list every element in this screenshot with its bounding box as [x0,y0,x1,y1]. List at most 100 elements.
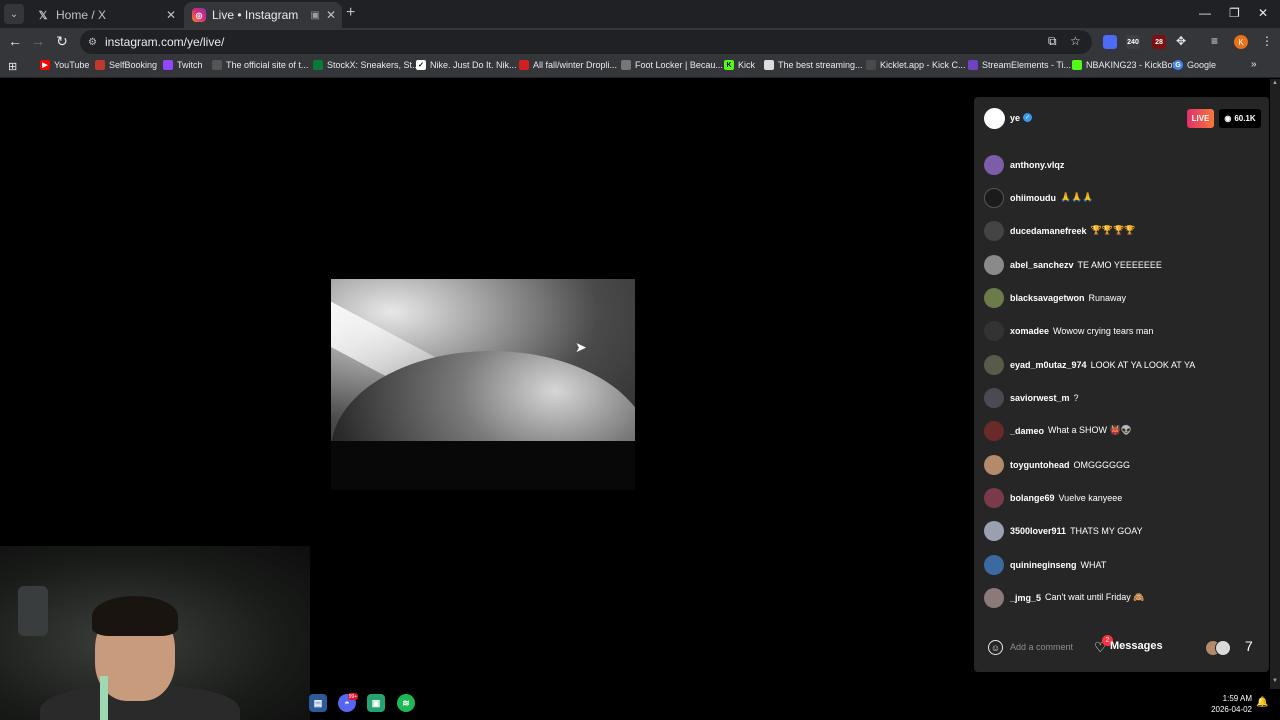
chat-comment: _dameo What a SHOW 👹👽 [984,420,1132,441]
close-tab-icon[interactable]: ✕ [326,8,336,22]
mouse-cursor-icon: ➤ [575,339,587,355]
streaming-icon [764,60,774,70]
media-playing-icon[interactable]: ▣ [311,10,320,21]
bookmark-official-site[interactable]: The official site of t... [212,60,308,70]
tab-label: Home / X [56,8,107,22]
system-clock[interactable]: 1:59 AM 2026-04-02 [1200,693,1252,715]
minimize-icon[interactable]: — [1199,6,1211,20]
chat-comment: xomadee Wowow crying tears man [984,320,1153,341]
extension-1-icon[interactable] [1103,35,1117,49]
chat-comment: eyad_m0utaz_974 LOOK AT YA LOOK AT YA [984,354,1195,375]
verified-badge-icon: ✓ [1023,113,1032,122]
commenter-avatar[interactable] [984,154,1004,175]
spotify-icon[interactable]: ≋ [397,694,415,712]
message-avatar [1215,640,1231,656]
browser-toolbar: ← → ↻ ⚙ instagram.com/ye/live/ ⧉ ☆ 240 2… [0,28,1280,56]
host-avatar[interactable] [984,108,1005,129]
bookmark-kickbot[interactable]: NBAKING23 - KickBot [1072,60,1175,70]
scroll-up-arrow[interactable]: ▲ [1270,80,1280,86]
commenter-avatar[interactable] [984,554,1004,575]
host-username[interactable]: ye [1010,113,1020,123]
bookmark-streamelements[interactable]: StreamElements - Ti... [968,60,1071,70]
kickbot-icon [1072,60,1082,70]
bookmark-google[interactable]: G Google [1173,60,1216,70]
droplist-icon [519,60,529,70]
video-ground [331,441,635,490]
live-chat-panel: ye ✓ LIVE ◉ 60.1K anthony.vlqz ohiimoudu 🙏… [974,97,1269,672]
eye-icon: ◉ [1224,114,1232,123]
bookmark-kick[interactable]: K Kick [724,60,755,70]
more-bookmarks-icon[interactable]: » [1251,59,1257,70]
address-bar[interactable]: ⚙ instagram.com/ye/live/ [80,30,1092,54]
page-scrollbar[interactable] [1270,79,1280,689]
reload-icon[interactable]: ↻ [53,33,71,50]
tab-instagram-live[interactable]: ◎ Live • Instagram ▣ ✕ [184,2,342,28]
tab-search-button[interactable]: ⌄ [4,4,24,24]
restore-icon[interactable]: ❐ [1229,6,1240,20]
selfbooking-icon [95,60,105,70]
new-tab-button[interactable]: + [346,4,355,22]
url-text: instagram.com/ye/live/ [104,35,225,49]
forward-icon[interactable]: → [29,33,47,49]
commenter-avatar[interactable] [984,454,1004,475]
bookmark-youtube[interactable]: ▶ YouTube [40,60,89,70]
file-explorer-icon[interactable]: ▤ [309,694,327,712]
twitch-icon [163,60,173,70]
bookmarks-bar: ⊞ ▶ YouTube SelfBooking Twitch The offici… [0,56,1280,78]
apps-grid-icon[interactable]: ⊞ [8,60,17,73]
site-info-icon[interactable]: ⚙ [88,37,97,48]
install-app-icon[interactable]: ⧉ [1048,34,1057,49]
menu-dots-icon[interactable]: ⋮ [1261,34,1273,48]
close-window-icon[interactable]: ✕ [1258,6,1268,20]
x-logo-icon: 𝕏 [38,9,48,22]
commenter-avatar[interactable] [984,287,1004,308]
taskbar [310,689,1280,720]
chat-comment: anthony.vlqz [984,154,1068,175]
bookmark-kicklet[interactable]: Kicklet.app - Kick C... [866,60,966,70]
app-icon[interactable]: ▣ [367,694,385,712]
commenter-avatar[interactable] [984,520,1004,541]
commenter-avatar[interactable] [984,220,1004,241]
extension-2-icon[interactable]: 240 [1126,35,1140,49]
extension-3-icon[interactable]: 28 [1152,35,1166,49]
chat-header: ye ✓ LIVE ◉ 60.1K [974,97,1269,139]
bookmark-droplist[interactable]: All fall/winter Dropli... [519,60,617,70]
commenter-avatar[interactable] [984,387,1004,408]
bookmark-nike[interactable]: ✓ Nike. Just Do It. Nik... [416,60,517,70]
commenter-avatar[interactable] [984,587,1004,608]
kicklet-icon [866,60,876,70]
commenter-avatar[interactable] [984,420,1004,441]
commenter-avatar[interactable] [984,187,1004,208]
chat-comment: saviorwest_m? [984,387,1079,408]
new-message-icon[interactable]: 7 [1245,638,1253,654]
tab-home-x[interactable]: 𝕏 Home / X ✕ [28,2,182,28]
scroll-down-arrow[interactable]: ▼ [1270,678,1280,684]
message-avatars[interactable] [1205,640,1235,656]
commenter-avatar[interactable] [984,354,1004,375]
commenter-avatar[interactable] [984,254,1004,275]
back-icon[interactable]: ← [6,33,24,49]
extensions-puzzle-icon[interactable]: ✥ [1176,34,1186,48]
streamer-hair [92,596,178,636]
bookmark-selfbooking[interactable]: SelfBooking [95,60,157,70]
bookmark-twitch[interactable]: Twitch [163,60,203,70]
discord-notification-badge: 99+ [348,693,358,700]
chat-comment: _jmg_5 Can't wait until Friday 🙈 [984,587,1145,608]
live-video[interactable] [331,279,635,490]
comment-input[interactable] [1010,637,1090,657]
notifications-bell-icon[interactable]: 🔔 [1256,697,1268,708]
emoji-icon[interactable]: ☺ [988,640,1003,655]
site-icon [212,60,222,70]
bookmark-stockx[interactable]: StockX: Sneakers, St... [313,60,420,70]
profile-avatar[interactable]: K [1234,35,1248,49]
media-controls-icon[interactable]: ≡ [1211,34,1218,48]
commenter-avatar[interactable] [984,320,1004,341]
microphone [18,586,48,636]
messages-button[interactable]: Messages [1110,640,1163,652]
bookmark-star-icon[interactable]: ☆ [1070,34,1081,48]
close-tab-icon[interactable]: ✕ [166,8,176,22]
bookmark-foot-locker[interactable]: Foot Locker | Becau... [621,60,723,70]
chat-comment: blacksavagetwon Runaway [984,287,1126,308]
commenter-avatar[interactable] [984,487,1004,508]
bookmark-streaming[interactable]: The best streaming... [764,60,863,70]
